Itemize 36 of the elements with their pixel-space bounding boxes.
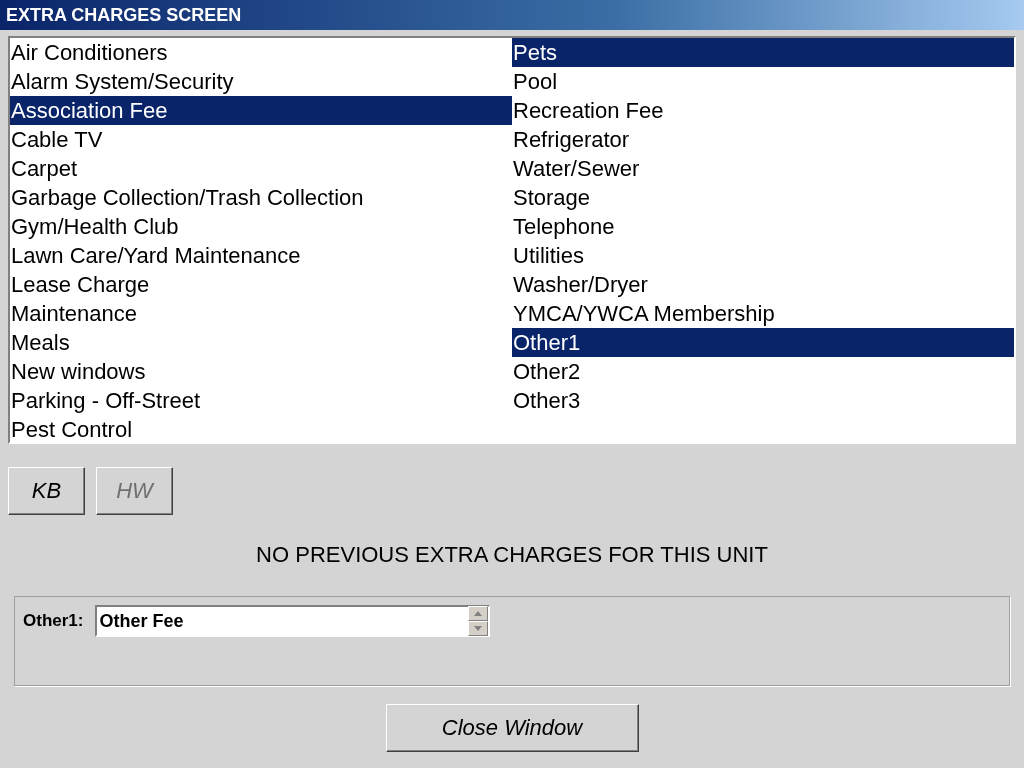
list-item[interactable]: Water/Sewer (512, 154, 1014, 183)
list-item[interactable]: Lease Charge (10, 270, 512, 299)
list-item[interactable]: New windows (10, 357, 512, 386)
mode-button[interactable]: KB (8, 467, 85, 515)
list-item[interactable]: Cable TV (10, 125, 512, 154)
list-item[interactable]: Lawn Care/Yard Maintenance (10, 241, 512, 270)
spin-box[interactable]: Other Fee (95, 605, 491, 637)
list-item[interactable]: Pest Control (10, 415, 512, 444)
list-item[interactable]: Air Conditioners (10, 38, 512, 67)
list-item[interactable]: Meals (10, 328, 512, 357)
input-field[interactable]: Other Fee (97, 610, 462, 632)
list-item[interactable]: Other3 (512, 386, 1014, 415)
list-item[interactable]: Pool (512, 67, 1014, 96)
list-item[interactable]: Storage (512, 183, 1014, 212)
list-item[interactable]: Pets (512, 38, 1014, 67)
spin-down-icon[interactable] (468, 621, 489, 636)
list-item[interactable]: Parking - Off-Street (10, 386, 512, 415)
list-item[interactable]: Garbage Collection/Trash Collection (10, 183, 512, 212)
list-item[interactable]: Washer/Dryer (512, 270, 1014, 299)
close-window-button[interactable]: Close Window (385, 704, 639, 752)
list-item[interactable]: YMCA/YWCA Membership (512, 299, 1014, 328)
list-item[interactable]: Other2 (512, 357, 1014, 386)
list-item[interactable]: Association Fee (10, 96, 512, 125)
list-item[interactable]: Carpet (10, 154, 512, 183)
window-title: EXTRA CHARGES SCREEN (0, 0, 1024, 30)
list-item[interactable]: Recreation Fee (512, 96, 1014, 125)
list-item[interactable]: Utilities (512, 241, 1014, 270)
list-item[interactable]: Other1 (512, 328, 1014, 357)
list-item[interactable]: Maintenance (10, 299, 512, 328)
list-item[interactable]: Gym/Health Club (10, 212, 512, 241)
list-item[interactable]: Telephone (512, 212, 1014, 241)
field-label: Other1: (23, 611, 84, 631)
list-item[interactable]: Alarm System/Security (10, 67, 512, 96)
status-message: NO PREVIOUS EXTRA CHARGES FOR THIS UNIT (255, 542, 769, 568)
list-item[interactable]: Refrigerator (512, 125, 1014, 154)
spin-up-icon[interactable] (468, 606, 489, 621)
